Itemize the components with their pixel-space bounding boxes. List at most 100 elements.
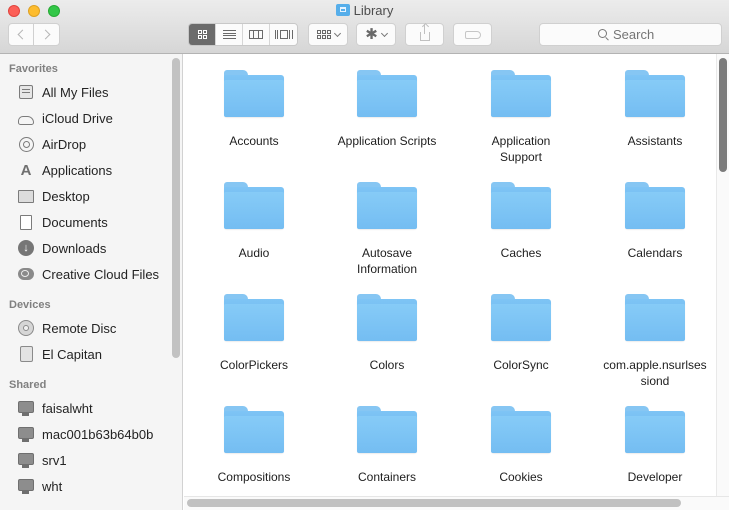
sidebar-item-faisalwht[interactable]: faisalwht (17, 397, 169, 419)
window-title: Library (0, 3, 729, 19)
folder-label: Audio (238, 246, 270, 260)
window-toolbar: Library ✱ (0, 0, 729, 54)
sidebar-item-label: srv1 (42, 452, 67, 468)
folder-item[interactable]: Assistants (588, 70, 722, 149)
cover-flow-icon (274, 30, 293, 39)
list-view-button[interactable] (216, 24, 243, 45)
folder-label: Developer (627, 470, 683, 484)
tag-icon (464, 30, 481, 39)
sidebar-scrollbar[interactable] (172, 58, 180, 358)
sidebar-item-remote-disc[interactable]: Remote Disc (17, 317, 169, 339)
icon-view-button[interactable] (189, 24, 216, 45)
folder-icon (625, 70, 685, 117)
sidebar: Favorites All My Files iCloud Drive AirD… (0, 54, 183, 510)
window-title-text: Library (353, 3, 394, 18)
back-button[interactable] (8, 23, 34, 46)
sidebar-item-srv1[interactable]: srv1 (17, 449, 169, 471)
folder-icon (224, 406, 284, 453)
folder-icon (491, 70, 551, 117)
sidebar-item-label: Creative Cloud Files (42, 266, 160, 282)
sidebar-item-mac001b63b64b0b[interactable]: mac001b63b64b0b (17, 423, 169, 445)
sidebar-item-creative-cloud-files[interactable]: Creative Cloud Files (17, 263, 169, 285)
airdrop-icon (18, 136, 34, 152)
sidebar-item-applications[interactable]: A Applications (17, 159, 169, 181)
folder-item[interactable]: Accounts (187, 70, 321, 149)
folder-icon (625, 182, 685, 229)
tag-button[interactable] (453, 23, 492, 46)
folder-item[interactable]: Compositions (187, 406, 321, 485)
folder-item[interactable]: Autosave Information (320, 182, 454, 277)
sidebar-item-downloads[interactable]: ↓ Downloads (17, 237, 169, 259)
desktop-icon (18, 189, 34, 203)
applications-icon: A (20, 161, 32, 179)
folder-item[interactable]: Developer (588, 406, 722, 485)
folder-item[interactable]: Application Scripts (320, 70, 454, 149)
folder-label: Calendars (627, 246, 683, 260)
sidebar-item-label: mac001b63b64b0b (42, 426, 154, 442)
folder-item[interactable]: Calendars (588, 182, 722, 261)
share-icon (419, 24, 430, 41)
folder-icon (357, 182, 417, 229)
sidebar-item-airdrop[interactable]: AirDrop (17, 133, 169, 155)
disc-icon (18, 320, 34, 336)
documents-icon (20, 214, 32, 230)
view-mode-segmented-control (188, 23, 298, 46)
folder-item[interactable]: com.apple.nsurlses siond (588, 294, 722, 389)
folder-icon (224, 70, 284, 117)
search-input[interactable] (613, 27, 663, 42)
file-icon-grid: Accounts Application Scripts Application S… (184, 54, 729, 510)
sidebar-item-label: wht (42, 478, 63, 494)
sidebar-item-el-capitan[interactable]: El Capitan (17, 343, 169, 365)
list-icon (222, 30, 236, 39)
sidebar-item-label: Downloads (42, 240, 107, 256)
folder-label: ColorPickers (219, 358, 288, 372)
sidebar-item-icloud-drive[interactable]: iCloud Drive (17, 107, 169, 129)
folder-label: Compositions (217, 470, 291, 484)
sidebar-item-documents[interactable]: Documents (17, 211, 169, 233)
arrange-dropdown-button[interactable] (308, 23, 348, 46)
folder-label: Colors (369, 358, 405, 372)
folder-item[interactable]: Containers (320, 406, 454, 485)
folder-item[interactable]: Application Support (454, 70, 588, 165)
share-button[interactable] (405, 23, 444, 46)
folder-label: Cookies (499, 470, 543, 484)
sidebar-item-all-my-files[interactable]: All My Files (17, 81, 169, 103)
cloud-icon (18, 115, 34, 125)
sidebar-item-label: AirDrop (42, 136, 87, 152)
folder-label: ColorSync (493, 358, 549, 372)
chevron-down-icon (333, 29, 341, 37)
sidebar-item-label: Remote Disc (42, 320, 117, 336)
folder-label: Containers (357, 470, 417, 484)
computer-icon (18, 478, 34, 494)
computer-icon (18, 452, 34, 468)
creative-cloud-icon (18, 268, 34, 280)
folder-label: Application Scripts (337, 134, 437, 148)
search-icon (598, 29, 607, 38)
folder-icon (357, 294, 417, 341)
sidebar-section-shared: Shared (9, 379, 47, 391)
column-view-button[interactable] (243, 24, 270, 45)
cover-flow-view-button[interactable] (270, 24, 297, 45)
arrange-grid-icon (316, 30, 331, 39)
sidebar-item-desktop[interactable]: Desktop (17, 185, 169, 207)
folder-icon (224, 294, 284, 341)
folder-item[interactable]: Cookies (454, 406, 588, 485)
action-dropdown-button[interactable]: ✱ (356, 23, 396, 46)
folder-icon (491, 294, 551, 341)
grid-icon (197, 30, 207, 39)
folder-item[interactable]: ColorSync (454, 294, 588, 373)
folder-icon (491, 182, 551, 229)
folder-item[interactable]: Caches (454, 182, 588, 261)
forward-button[interactable] (34, 23, 60, 46)
horizontal-scrollbar-thumb[interactable] (187, 499, 681, 507)
search-field[interactable] (539, 23, 722, 46)
folder-label: Application Support (491, 134, 551, 164)
sidebar-item-wht[interactable]: wht (17, 475, 169, 497)
folder-item[interactable]: ColorPickers (187, 294, 321, 373)
library-folder-icon (335, 4, 350, 16)
sidebar-item-label: All My Files (42, 84, 109, 100)
computer-icon (18, 400, 34, 416)
vertical-scrollbar-thumb[interactable] (719, 58, 727, 172)
folder-item[interactable]: Audio (187, 182, 321, 261)
folder-item[interactable]: Colors (320, 294, 454, 373)
